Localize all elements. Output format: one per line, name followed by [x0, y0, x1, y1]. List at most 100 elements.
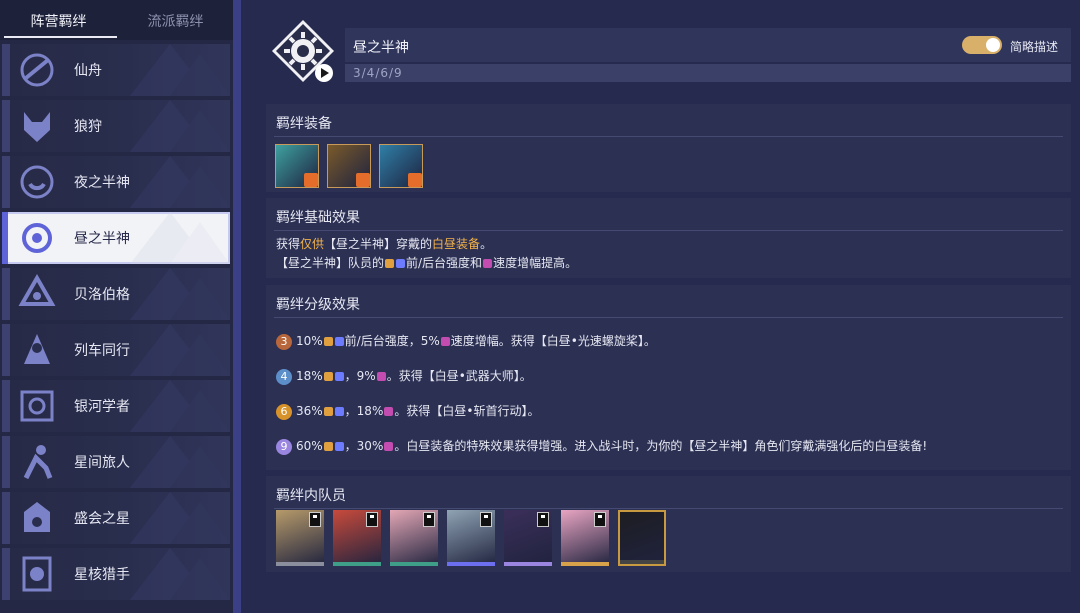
sidebar-item-label: 仙舟	[74, 63, 102, 79]
tier-text: 前/后台强度，5%	[344, 334, 440, 348]
sidebar-item[interactable]: 列车同行	[2, 324, 230, 376]
text-segment: 【昼之半神】队员的	[276, 256, 385, 270]
members-panel: 羁绊内队员	[266, 476, 1071, 572]
phone-icon	[366, 512, 378, 527]
text-segment: 【昼之半神】穿戴的	[324, 237, 433, 251]
bond-title: 昼之半神	[353, 40, 409, 56]
back-strength-icon	[334, 337, 344, 346]
phone-icon	[423, 512, 435, 527]
member-portrait-7[interactable]	[618, 510, 666, 566]
tier-value: 10%	[296, 334, 323, 348]
bond-sidebar: 阵营羁绊 流派羁绊 仙舟狼狩夜之半神昼之半神贝洛伯格列车同行银河学者星间旅人盛会…	[0, 0, 234, 613]
tier-text: 。获得【白昼•斩首行动】。	[394, 404, 540, 418]
members-title: 羁绊内队员	[276, 488, 346, 504]
xianzhou-emblem-icon	[20, 53, 54, 87]
speed-boost-icon	[384, 407, 394, 416]
galaxy-scholar-emblem-icon	[20, 390, 54, 422]
sidebar-item[interactable]: 仙舟	[2, 44, 230, 96]
front-strength-icon	[323, 337, 333, 346]
sidebar-item[interactable]: 狼狩	[2, 100, 230, 152]
blade-equipment-icon[interactable]	[379, 144, 423, 188]
tier-value: 60%	[296, 439, 323, 453]
base-effect-panel: 羁绊基础效果 获得仅供【昼之半神】穿戴的白昼装备。 【昼之半神】队员的 前/后台强…	[266, 198, 1071, 278]
tier-text: 速度增幅。获得【白昼•光速螺旋桨】。	[450, 334, 656, 348]
tier-badge: 6	[276, 403, 292, 420]
propeller-equipment-icon[interactable]	[275, 144, 319, 188]
brief-description-label: 简略描述	[1010, 40, 1059, 54]
member-rarity-strip	[561, 562, 609, 566]
sidebar-divider	[233, 0, 241, 613]
divider	[274, 508, 1063, 509]
sidebar-item-label: 昼之半神	[74, 231, 130, 247]
text-segment: 速度增幅提高。	[493, 256, 578, 270]
sidebar-item[interactable]: 夜之半神	[2, 156, 230, 208]
speed-boost-icon	[384, 442, 394, 451]
tier-effect-row: 9 60% ，30% 。白昼装备的特殊效果获得增强。进入战斗时，为你的【昼之半神】角色…	[276, 437, 927, 455]
tier-value: 18%	[296, 369, 323, 383]
sidebar-item[interactable]: 星核猎手	[2, 548, 230, 600]
sidebar-item[interactable]: 贝洛伯格	[2, 268, 230, 320]
gear-icon	[304, 173, 318, 187]
sidebar-item-label: 贝洛伯格	[74, 287, 130, 303]
tier-effect-row: 6 36% ，18% 。获得【白昼•斩首行动】。	[276, 402, 539, 420]
tier-text: ，18%	[344, 404, 384, 418]
phone-icon	[594, 512, 606, 527]
festival-star-emblem-icon	[24, 502, 50, 532]
tier-effect-row: 3 10% 前/后台强度，5% 速度增幅。获得【白昼•光速螺旋桨】。	[276, 332, 656, 350]
member-rarity-strip	[504, 562, 552, 566]
tier-text: ，9%	[344, 369, 376, 383]
tier-badge: 3	[276, 333, 292, 350]
sidebar-item[interactable]: 盛会之星	[2, 492, 230, 544]
text-segment: 。	[480, 237, 493, 251]
sidebar-item-label: 狼狩	[74, 119, 102, 135]
speed-boost-icon	[483, 259, 493, 268]
member-rarity-strip	[276, 562, 324, 566]
member-portrait-6[interactable]	[561, 510, 609, 566]
text-segment: 前/后台强度和	[406, 256, 483, 270]
highlight-text: 白昼装备	[432, 237, 481, 251]
tier-text: ，30%	[344, 439, 384, 453]
front-strength-icon	[385, 259, 395, 268]
sidebar-item-label: 列车同行	[74, 343, 130, 359]
phone-icon	[537, 512, 549, 527]
tab-faction-bonds[interactable]: 阵营羁绊	[0, 0, 117, 40]
back-strength-icon	[396, 259, 406, 268]
tier-value: 36%	[296, 404, 323, 418]
speed-boost-icon	[376, 372, 386, 381]
front-strength-icon	[323, 372, 333, 381]
equipment-panel: 羁绊装备	[266, 104, 1071, 192]
express-emblem-icon	[24, 334, 50, 364]
sidebar-item-label: 银河学者	[74, 399, 130, 415]
speed-boost-icon	[440, 337, 450, 346]
member-portrait-5[interactable]	[504, 510, 552, 566]
sidebar-item[interactable]: 星间旅人	[2, 436, 230, 488]
sidebar-item-decoration	[130, 44, 230, 96]
sidebar-item-label: 星间旅人	[74, 455, 130, 471]
front-strength-icon	[323, 442, 333, 451]
brief-description-toggle[interactable]	[962, 36, 1002, 54]
member-portrait-2[interactable]	[333, 510, 381, 566]
member-rarity-strip	[447, 562, 495, 566]
member-rarity-strip	[333, 562, 381, 566]
tier-effect-row: 4 18% ，9% 。获得【白昼•武器大师】。	[276, 367, 532, 385]
weapon-master-equipment-icon[interactable]	[327, 144, 371, 188]
night-demigod-emblem-icon	[20, 165, 54, 199]
equipment-title: 羁绊装备	[276, 116, 332, 132]
tier-effect-panel: 羁绊分级效果 3 10% 前/后台强度，5% 速度增幅。获得【白昼•光速螺旋桨】。 4 1…	[266, 285, 1071, 470]
sidebar-item-label: 星核猎手	[74, 567, 130, 583]
member-portrait-1[interactable]	[276, 510, 324, 566]
back-strength-icon	[334, 407, 344, 416]
member-portrait-3[interactable]	[390, 510, 438, 566]
member-portrait-4[interactable]	[447, 510, 495, 566]
base-effect-title: 羁绊基础效果	[276, 210, 360, 226]
back-strength-icon	[334, 442, 344, 451]
sidebar-item[interactable]: 昼之半神	[2, 212, 230, 264]
day-demigod-emblem-icon	[272, 20, 334, 82]
traveler-emblem-icon	[23, 445, 53, 480]
bond-tier-thresholds-bar: 3/4/6/9	[345, 64, 1071, 82]
member-rarity-strip	[390, 562, 438, 566]
bond-tier-thresholds: 3/4/6/9	[353, 66, 403, 80]
sidebar-item[interactable]: 银河学者	[2, 380, 230, 432]
tab-school-bonds[interactable]: 流派羁绊	[117, 0, 234, 40]
sidebar-item-decoration	[130, 100, 230, 152]
